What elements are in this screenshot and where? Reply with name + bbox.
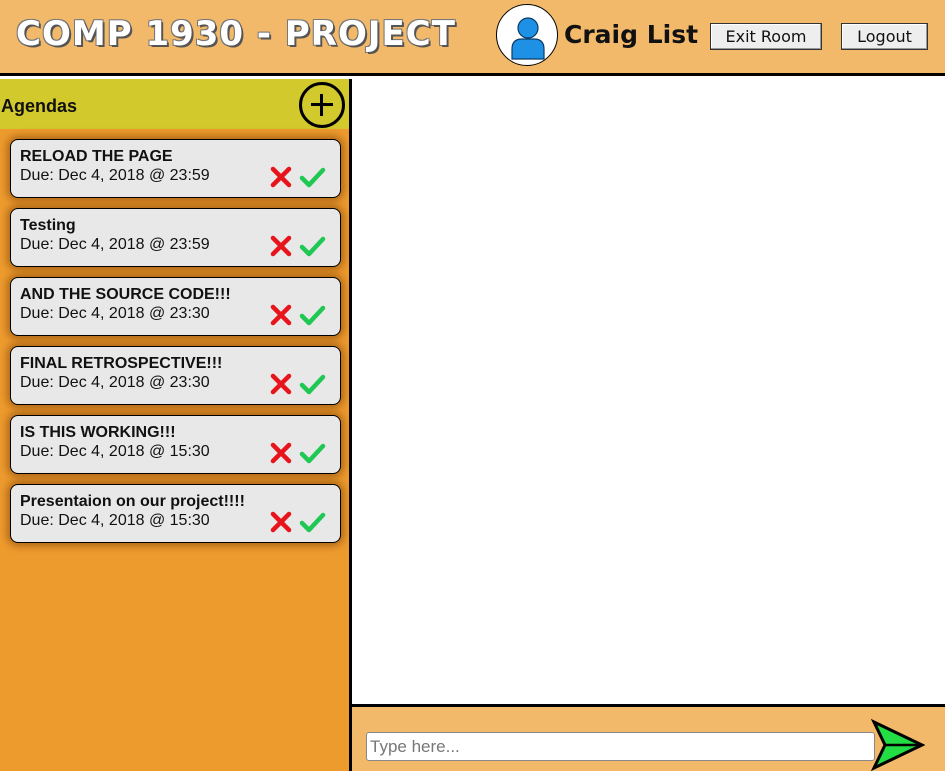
agenda-sidebar: Agendas RELOAD THE PAGE Due: Dec 4, 2018… [0, 79, 352, 771]
agenda-due-date: Due: Dec 4, 2018 @ 23:59 [20, 236, 210, 253]
exit-room-button[interactable]: Exit Room [710, 23, 822, 50]
delete-x-icon[interactable] [269, 441, 293, 465]
delete-x-icon[interactable] [269, 303, 293, 327]
agenda-due-date: Due: Dec 4, 2018 @ 23:30 [20, 374, 210, 391]
agenda-title: FINAL RETROSPECTIVE!!! [20, 355, 223, 372]
top-header: COMP 1930 - PROJECT Craig List Exit Room… [0, 0, 945, 76]
agenda-card[interactable]: Testing Due: Dec 4, 2018 @ 23:59 [10, 208, 341, 267]
delete-x-icon[interactable] [269, 372, 293, 396]
agenda-card[interactable]: AND THE SOURCE CODE!!! Due: Dec 4, 2018 … [10, 277, 341, 336]
complete-check-icon[interactable] [298, 302, 326, 328]
username-label: Craig List [564, 20, 699, 49]
delete-x-icon[interactable] [269, 165, 293, 189]
agenda-due-date: Due: Dec 4, 2018 @ 15:30 [20, 512, 210, 529]
agenda-title: RELOAD THE PAGE [20, 148, 173, 165]
chat-messages-area[interactable] [352, 79, 945, 704]
agenda-title: Presentaion on our project!!!! [20, 493, 245, 510]
complete-check-icon[interactable] [298, 164, 326, 190]
complete-check-icon[interactable] [298, 509, 326, 535]
agenda-card[interactable]: FINAL RETROSPECTIVE!!! Due: Dec 4, 2018 … [10, 346, 341, 405]
agenda-heading: Agendas [1, 96, 78, 116]
agenda-title: IS THIS WORKING!!! [20, 424, 176, 441]
agenda-card[interactable]: IS THIS WORKING!!! Due: Dec 4, 2018 @ 15… [10, 415, 341, 474]
delete-x-icon[interactable] [269, 234, 293, 258]
agenda-card[interactable]: RELOAD THE PAGE Due: Dec 4, 2018 @ 23:59 [10, 139, 341, 198]
agenda-title: AND THE SOURCE CODE!!! [20, 286, 231, 303]
agenda-due-date: Due: Dec 4, 2018 @ 23:30 [20, 305, 210, 322]
complete-check-icon[interactable] [298, 440, 326, 466]
agenda-due-date: Due: Dec 4, 2018 @ 15:30 [20, 443, 210, 460]
add-agenda-button[interactable] [299, 82, 345, 128]
app-root: COMP 1930 - PROJECT Craig List Exit Room… [0, 0, 945, 771]
page-title: COMP 1930 - PROJECT [16, 14, 456, 54]
delete-x-icon[interactable] [269, 510, 293, 534]
person-icon [511, 17, 545, 60]
user-avatar-icon[interactable] [496, 4, 558, 66]
agenda-due-date: Due: Dec 4, 2018 @ 23:59 [20, 167, 210, 184]
complete-check-icon[interactable] [298, 371, 326, 397]
chat-input-bar [352, 704, 945, 771]
agenda-title: Testing [20, 217, 76, 234]
complete-check-icon[interactable] [298, 233, 326, 259]
message-input[interactable] [366, 732, 875, 761]
send-arrow-icon[interactable] [871, 719, 925, 771]
agenda-header: Agendas [0, 79, 349, 129]
logout-button[interactable]: Logout [841, 23, 928, 50]
agenda-card[interactable]: Presentaion on our project!!!! Due: Dec … [10, 484, 341, 543]
